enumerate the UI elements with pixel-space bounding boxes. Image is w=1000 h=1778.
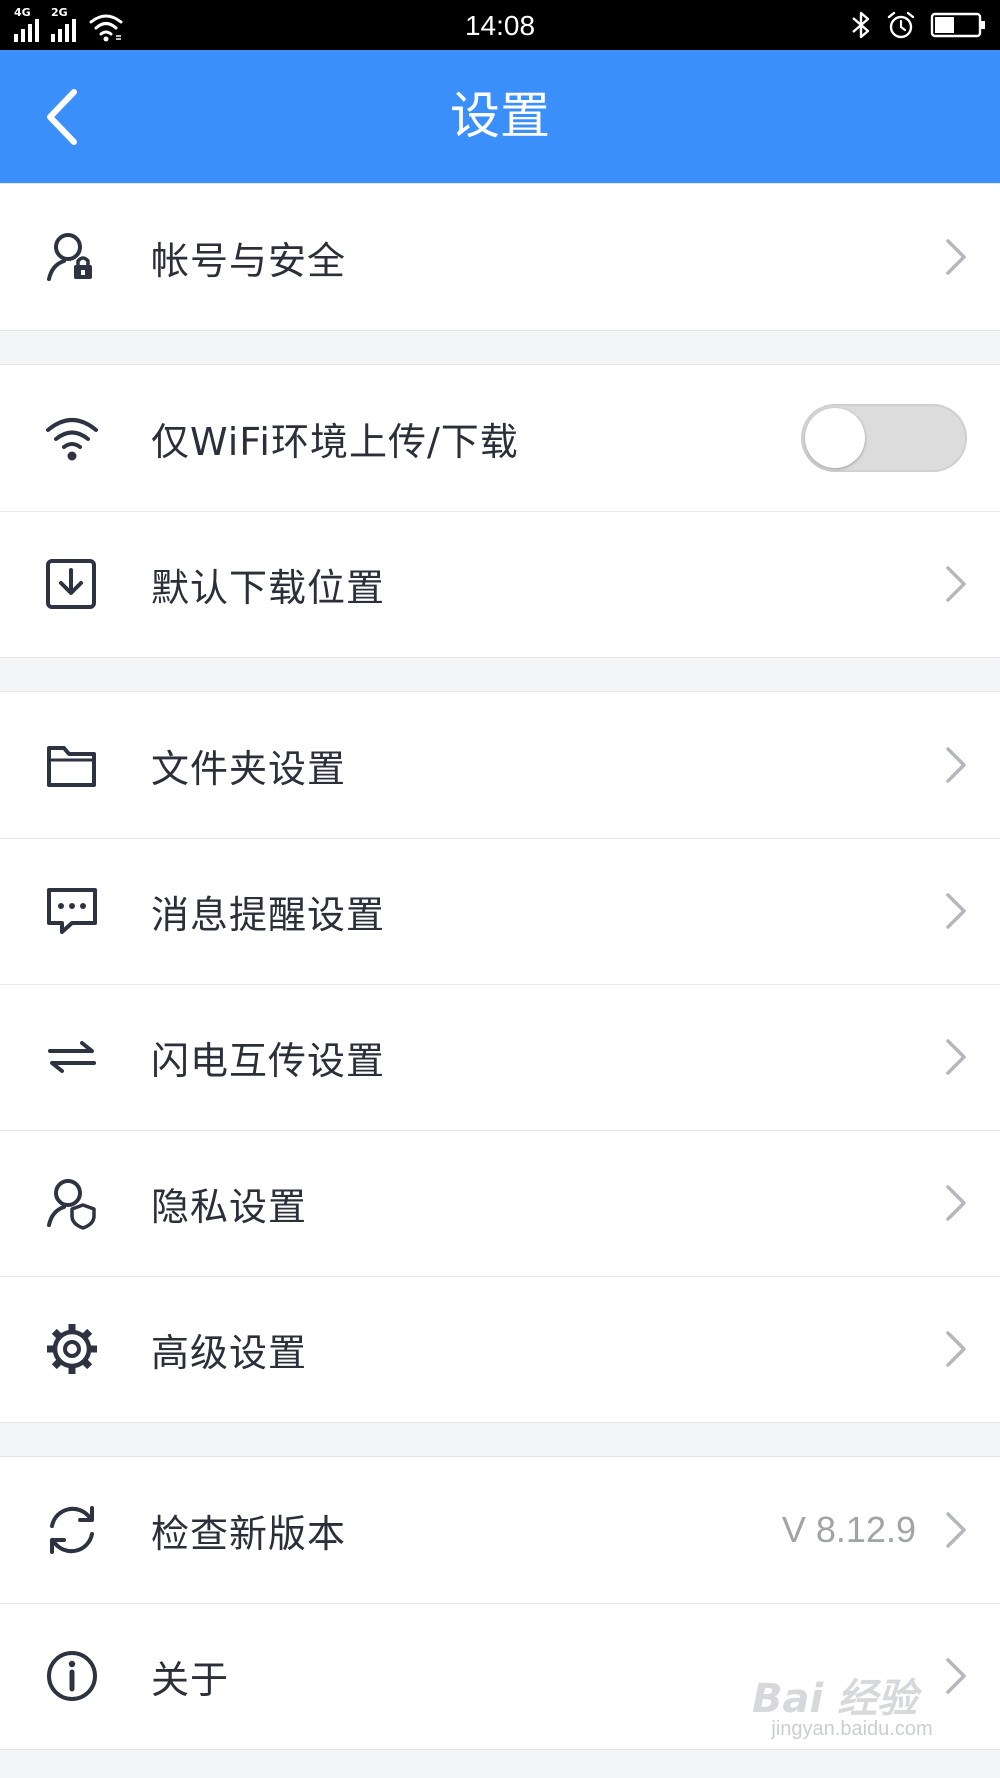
- settings-row-notification-settings[interactable]: 消息提醒设置: [0, 838, 1000, 984]
- settings-row-folder-settings[interactable]: 文件夹设置: [0, 692, 1000, 838]
- settings-row-label: 隐私设置: [151, 1184, 308, 1229]
- settings-section-transfer: 仅WiFi环境上传/下载 默认下载位置: [0, 364, 1000, 658]
- gear-icon: [47, 1324, 97, 1374]
- chevron-right-icon: [946, 893, 966, 929]
- user-lock-icon: [47, 233, 92, 281]
- wifi-icon: [46, 418, 98, 461]
- settings-section-account: 帐号与安全: [0, 183, 1000, 331]
- chevron-left-icon: [47, 89, 77, 145]
- app-header: 设置: [0, 50, 1000, 183]
- page-title: 设置: [450, 87, 550, 145]
- download-box-icon: [46, 559, 96, 609]
- chevron-right-icon: [946, 1039, 966, 1075]
- settings-row-check-update[interactable]: 检查新版本 V 8.12.9: [0, 1457, 1000, 1603]
- toggle-knob: [805, 408, 865, 468]
- settings-row-wifi-only[interactable]: 仅WiFi环境上传/下载: [0, 365, 1000, 511]
- chevron-right-icon: [946, 566, 966, 602]
- wifi-only-toggle[interactable]: [801, 404, 967, 472]
- settings-row-label: 帐号与安全: [151, 238, 347, 283]
- watermark-url: jingyan.baidu.com: [771, 1718, 933, 1740]
- back-button[interactable]: [38, 86, 98, 148]
- settings-section-general: 文件夹设置 消息提醒设置 闪电互传设置 隐私设置 高级设置: [0, 691, 1000, 1423]
- status-icons-right: [850, 10, 986, 40]
- settings-row-label: 仅WiFi环境上传/下载: [151, 419, 519, 464]
- settings-row-label: 闪电互传设置: [151, 1038, 386, 1083]
- settings-row-label: 高级设置: [151, 1330, 308, 1375]
- chevron-right-icon: [946, 1331, 966, 1367]
- chevron-right-icon: [946, 239, 966, 275]
- watermark: Bai 经验 jingyan.baidu.com: [752, 1666, 952, 1746]
- battery-icon: [930, 12, 985, 38]
- folder-icon: [47, 746, 96, 787]
- settings-list: 帐号与安全 仅WiFi环境上传/下载 默认下载位置 文件夹设置 消息提醒设置 闪…: [0, 183, 1000, 1750]
- alarm-icon: [887, 11, 915, 39]
- settings-row-privacy-settings[interactable]: 隐私设置: [0, 1130, 1000, 1276]
- status-bar: 4G 2G 14:08: [0, 0, 1000, 50]
- chevron-right-icon: [946, 1185, 966, 1221]
- user-shield-icon: [47, 1179, 96, 1230]
- version-text: V 8.12.9: [781, 1509, 916, 1550]
- bluetooth-icon: [852, 11, 870, 39]
- chevron-right-icon: [946, 747, 966, 783]
- chevron-right-icon: [946, 1512, 966, 1548]
- settings-row-download-location[interactable]: 默认下载位置: [0, 511, 1000, 657]
- settings-row-label: 文件夹设置: [151, 746, 347, 791]
- watermark-logo: Bai 经验: [752, 1676, 918, 1722]
- settings-row-account-security[interactable]: 帐号与安全: [0, 184, 1000, 330]
- message-icon: [47, 888, 97, 934]
- refresh-icon: [50, 1506, 94, 1554]
- info-icon: [47, 1651, 97, 1701]
- settings-row-label: 消息提醒设置: [151, 892, 386, 937]
- settings-row-flash-transfer-settings[interactable]: 闪电互传设置: [0, 984, 1000, 1130]
- settings-row-label: 默认下载位置: [151, 565, 386, 610]
- settings-row-label: 关于: [151, 1657, 230, 1702]
- settings-row-label: 检查新版本: [151, 1511, 347, 1556]
- settings-row-advanced-settings[interactable]: 高级设置: [0, 1276, 1000, 1422]
- transfer-arrows-icon: [48, 1041, 96, 1073]
